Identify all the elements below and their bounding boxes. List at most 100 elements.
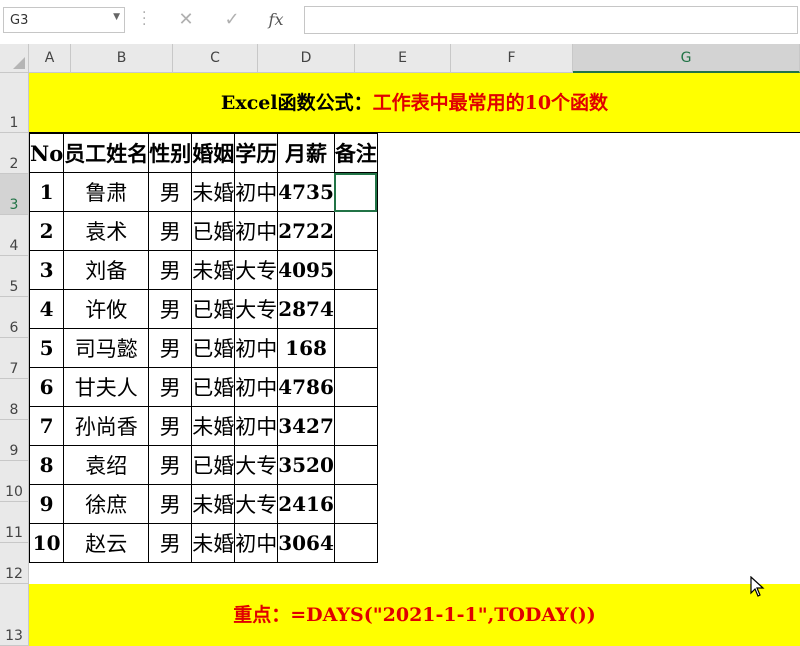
table-cell[interactable]: 7 bbox=[28, 406, 65, 446]
table-cell[interactable]: 男 bbox=[148, 445, 193, 485]
table-cell[interactable]: 未婚 bbox=[191, 250, 236, 290]
drag-handle-icon[interactable]: · · · bbox=[142, 6, 148, 32]
column-header-b[interactable]: B bbox=[71, 44, 173, 73]
remark-cell[interactable] bbox=[333, 367, 378, 407]
table-cell[interactable]: 未婚 bbox=[191, 523, 236, 563]
row-header-11[interactable]: 11 bbox=[0, 502, 29, 543]
table-cell[interactable]: 鲁肃 bbox=[63, 172, 150, 212]
remark-cell[interactable] bbox=[333, 406, 378, 446]
table-cell[interactable]: 司马懿 bbox=[63, 328, 150, 368]
table-cell[interactable]: 初中 bbox=[234, 328, 279, 368]
table-cell[interactable]: 2416 bbox=[277, 484, 335, 524]
table-cell[interactable]: 袁术 bbox=[63, 211, 150, 251]
name-box[interactable]: G3 ▼ bbox=[3, 7, 125, 33]
cancel-icon[interactable]: ✕ bbox=[172, 8, 200, 32]
table-cell[interactable]: 4095 bbox=[277, 250, 335, 290]
header-cell[interactable]: 婚姻 bbox=[191, 133, 236, 173]
table-cell[interactable]: 徐庶 bbox=[63, 484, 150, 524]
header-cell[interactable]: 性别 bbox=[148, 133, 193, 173]
row-header-5[interactable]: 5 bbox=[0, 256, 29, 297]
table-cell[interactable]: 刘备 bbox=[63, 250, 150, 290]
table-cell[interactable]: 男 bbox=[148, 289, 193, 329]
row-header-1[interactable]: 1 bbox=[0, 73, 29, 133]
table-cell[interactable]: 初中 bbox=[234, 211, 279, 251]
table-cell[interactable]: 孙尚香 bbox=[63, 406, 150, 446]
table-cell[interactable]: 4735 bbox=[277, 172, 335, 212]
header-cell[interactable]: 月薪 bbox=[277, 133, 335, 173]
remark-cell[interactable] bbox=[333, 328, 378, 368]
row-header-9[interactable]: 9 bbox=[0, 420, 29, 461]
remark-cell[interactable] bbox=[333, 445, 378, 485]
table-cell[interactable]: 大专 bbox=[234, 250, 279, 290]
table-cell[interactable]: 大专 bbox=[234, 289, 279, 329]
footer-note[interactable]: 重点：=DAYS("2021-1-1",TODAY()) bbox=[29, 584, 800, 646]
remark-cell[interactable] bbox=[333, 211, 378, 251]
table-cell[interactable]: 甘夫人 bbox=[63, 367, 150, 407]
row-header-3[interactable]: 3 bbox=[0, 174, 29, 215]
table-cell[interactable]: 初中 bbox=[234, 406, 279, 446]
remark-cell[interactable] bbox=[333, 289, 378, 329]
row-header-4[interactable]: 4 bbox=[0, 215, 29, 256]
remark-cell[interactable] bbox=[333, 484, 378, 524]
table-cell[interactable]: 1 bbox=[28, 172, 65, 212]
table-cell[interactable]: 2722 bbox=[277, 211, 335, 251]
remark-cell[interactable] bbox=[333, 523, 378, 563]
remark-cell[interactable] bbox=[333, 172, 378, 212]
header-cell[interactable]: 学历 bbox=[234, 133, 279, 173]
table-cell[interactable]: 已婚 bbox=[191, 328, 236, 368]
row-header-13[interactable]: 13 bbox=[0, 584, 29, 646]
table-cell[interactable]: 已婚 bbox=[191, 445, 236, 485]
table-cell[interactable]: 已婚 bbox=[191, 211, 236, 251]
table-cell[interactable]: 3064 bbox=[277, 523, 335, 563]
header-cell[interactable]: 备注 bbox=[333, 133, 378, 173]
sheet-title[interactable]: Excel函数公式：工作表中最常用的10个函数 bbox=[29, 73, 800, 133]
table-cell[interactable]: 初中 bbox=[234, 172, 279, 212]
table-cell[interactable]: 3 bbox=[28, 250, 65, 290]
header-cell[interactable]: 员工姓名 bbox=[63, 133, 150, 173]
table-cell[interactable]: 男 bbox=[148, 367, 193, 407]
table-cell[interactable]: 男 bbox=[148, 250, 193, 290]
column-header-d[interactable]: D bbox=[258, 44, 355, 73]
column-header-e[interactable]: E bbox=[355, 44, 451, 73]
insert-function-icon[interactable]: fx bbox=[262, 8, 290, 32]
column-header-a[interactable]: A bbox=[29, 44, 71, 73]
table-cell[interactable]: 未婚 bbox=[191, 484, 236, 524]
column-header-c[interactable]: C bbox=[173, 44, 258, 73]
table-cell[interactable]: 男 bbox=[148, 211, 193, 251]
table-cell[interactable]: 5 bbox=[28, 328, 65, 368]
select-all-button[interactable] bbox=[0, 44, 29, 73]
table-cell[interactable]: 大专 bbox=[234, 445, 279, 485]
table-cell[interactable]: 未婚 bbox=[191, 172, 236, 212]
table-cell[interactable]: 2 bbox=[28, 211, 65, 251]
table-cell[interactable]: 男 bbox=[148, 172, 193, 212]
table-cell[interactable]: 4 bbox=[28, 289, 65, 329]
table-cell[interactable]: 初中 bbox=[234, 367, 279, 407]
table-cell[interactable]: 9 bbox=[28, 484, 65, 524]
remark-cell[interactable] bbox=[333, 250, 378, 290]
table-cell[interactable]: 许攸 bbox=[63, 289, 150, 329]
table-cell[interactable]: 初中 bbox=[234, 523, 279, 563]
table-cell[interactable]: 男 bbox=[148, 484, 193, 524]
table-cell[interactable]: 赵云 bbox=[63, 523, 150, 563]
column-header-f[interactable]: F bbox=[451, 44, 573, 73]
column-header-g[interactable]: G bbox=[573, 44, 800, 73]
table-cell[interactable]: 6 bbox=[28, 367, 65, 407]
table-cell[interactable]: 168 bbox=[277, 328, 335, 368]
table-cell[interactable]: 已婚 bbox=[191, 289, 236, 329]
table-cell[interactable]: 2874 bbox=[277, 289, 335, 329]
table-cell[interactable]: 8 bbox=[28, 445, 65, 485]
enter-icon[interactable]: ✓ bbox=[218, 8, 246, 32]
row-header-6[interactable]: 6 bbox=[0, 297, 29, 338]
row-header-2[interactable]: 2 bbox=[0, 133, 29, 174]
chevron-down-icon[interactable]: ▼ bbox=[113, 12, 120, 22]
table-cell[interactable]: 男 bbox=[148, 406, 193, 446]
table-cell[interactable]: 已婚 bbox=[191, 367, 236, 407]
table-cell[interactable]: 袁绍 bbox=[63, 445, 150, 485]
formula-input[interactable] bbox=[304, 6, 798, 34]
row-header-10[interactable]: 10 bbox=[0, 461, 29, 502]
header-cell[interactable]: No bbox=[28, 133, 65, 173]
table-cell[interactable]: 10 bbox=[28, 523, 65, 563]
row-header-7[interactable]: 7 bbox=[0, 338, 29, 379]
table-cell[interactable]: 3520 bbox=[277, 445, 335, 485]
table-cell[interactable]: 男 bbox=[148, 328, 193, 368]
